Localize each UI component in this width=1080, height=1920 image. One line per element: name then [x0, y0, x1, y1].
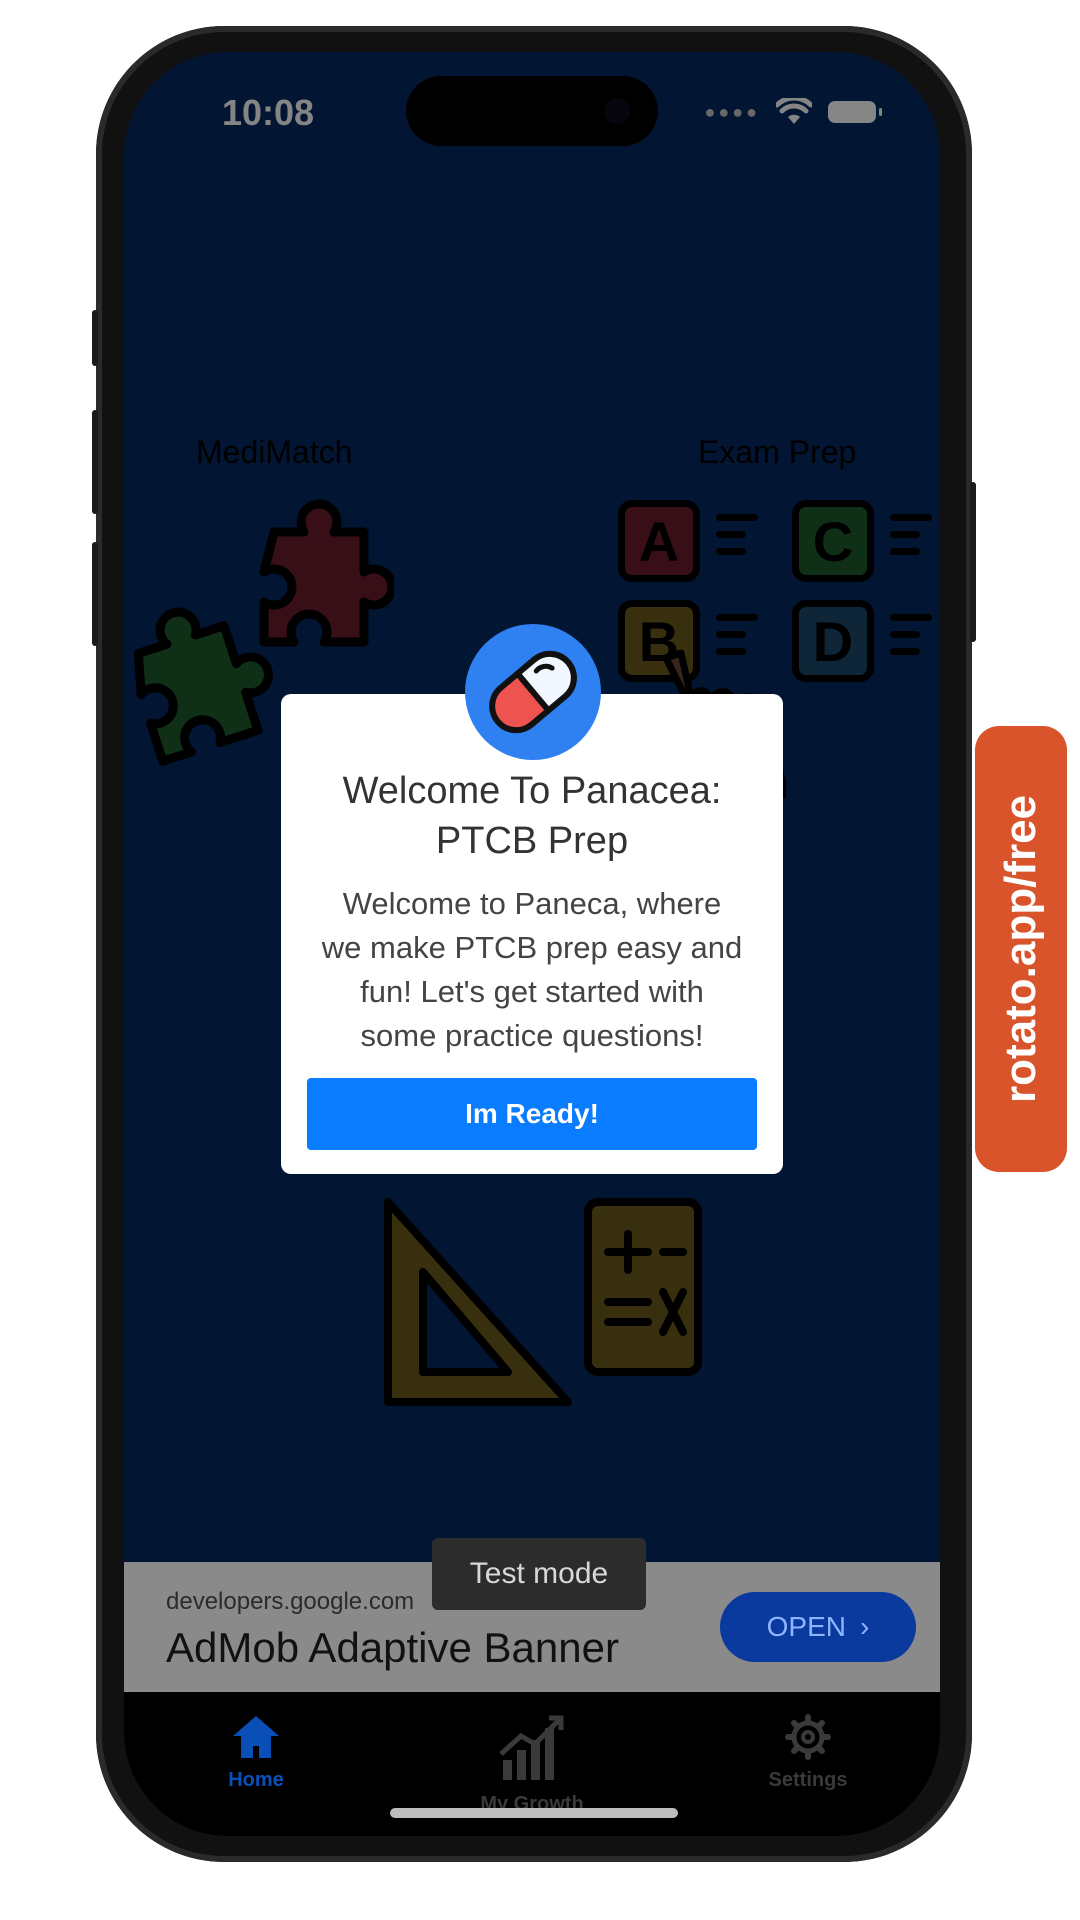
dialog-message-line: some practice questions! — [360, 1018, 704, 1053]
home-indicator[interactable] — [390, 1808, 678, 1818]
rotato-watermark: rotato.app/free — [975, 726, 1067, 1172]
volume-down-button — [92, 542, 98, 646]
dialog-message: Welcome to Paneca, where we make PTCB pr… — [301, 882, 763, 1058]
tab-home[interactable]: Home — [166, 1714, 346, 1792]
test-mode-badge: Test mode — [432, 1538, 646, 1610]
dialog-title-line-2: PTCB Prep — [435, 820, 629, 862]
gear-icon — [785, 1714, 831, 1760]
growth-chart-icon — [499, 1715, 564, 1780]
ad-open-button[interactable]: OPEN › — [720, 1592, 916, 1662]
tab-home-label: Home — [228, 1769, 284, 1791]
dialog-message-line: Welcome to Paneca, where — [342, 886, 722, 921]
action-button — [92, 310, 98, 366]
app-screen: 10:08 ●●●● MediMatch Exam Prep A C B D d… — [124, 52, 940, 1836]
dialog-message-line: we make PTCB prep easy and — [321, 930, 743, 965]
chevron-right-icon: › — [860, 1611, 870, 1642]
ad-url: developers.google.com — [166, 1588, 415, 1615]
pill-capsule-icon — [465, 624, 601, 760]
home-icon — [233, 1716, 279, 1758]
im-ready-button[interactable]: Im Ready! — [307, 1078, 757, 1150]
dialog-title-line-1: Welcome To Panacea: — [342, 770, 722, 812]
tab-settings[interactable]: Settings — [718, 1714, 898, 1792]
tab-my-growth[interactable]: My Growth — [442, 1714, 622, 1816]
dialog-title: Welcome To Panacea: PTCB Prep — [281, 766, 783, 866]
rotato-watermark-text: rotato.app/free — [996, 794, 1045, 1104]
welcome-dialog: Welcome To Panacea: PTCB Prep Welcome to… — [281, 694, 783, 1174]
dialog-message-line: fun! Let's get started with — [360, 974, 704, 1009]
ad-title: AdMob Adaptive Banner — [166, 1624, 619, 1671]
volume-up-button — [92, 410, 98, 514]
tab-settings-label: Settings — [768, 1769, 848, 1791]
power-button — [970, 482, 976, 642]
ad-open-label: OPEN — [766, 1611, 847, 1642]
